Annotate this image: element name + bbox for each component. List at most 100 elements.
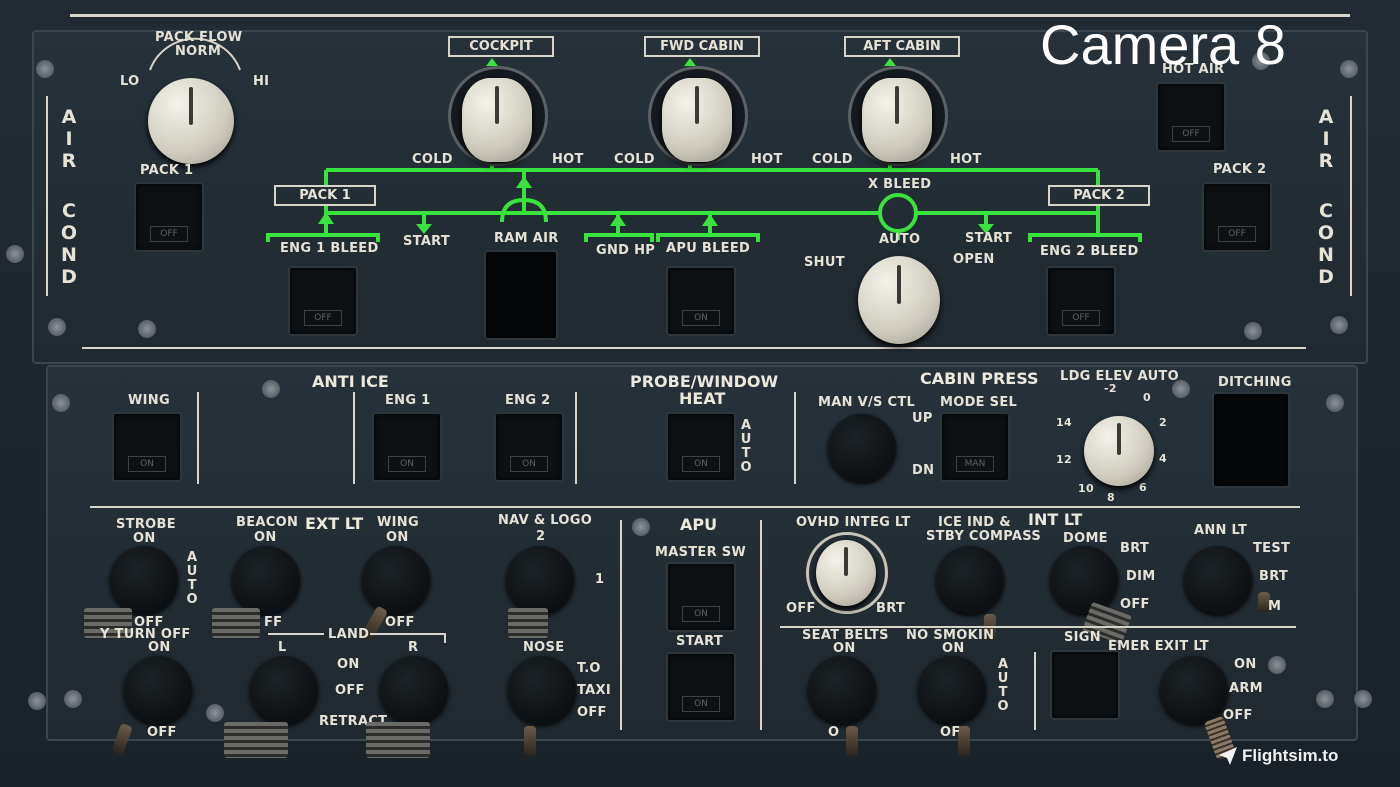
auto-letter: A — [740, 418, 752, 433]
apu-master-label: MASTER SW — [655, 545, 747, 560]
apu-bleed-pushbutton[interactable]: ON — [666, 266, 736, 336]
auto-letter: O — [997, 699, 1009, 714]
zone-aft-cabin-label: AFT CABIN — [844, 36, 960, 57]
seat-belts-switch-base — [808, 656, 876, 724]
auto-letter: O — [740, 460, 752, 475]
auto-letter: U — [186, 564, 198, 579]
probe-heat-pushbutton[interactable]: ON — [666, 412, 736, 482]
rwy-turn-off-label: Y TURN OFF — [100, 627, 191, 642]
mode-sel-pushbutton[interactable]: MAN — [940, 412, 1010, 482]
pack2-box: PACK 2 — [1048, 185, 1150, 206]
zone-cockpit-hot: HOT — [552, 152, 584, 167]
start-left-label: START — [403, 234, 451, 249]
nose-toggle[interactable] — [524, 726, 536, 756]
ovhd-integ-knob[interactable] — [816, 540, 876, 606]
pack1-box: PACK 1 — [274, 185, 376, 206]
ram-air-guarded-pushbutton[interactable] — [484, 250, 558, 340]
beacon-toggle[interactable] — [212, 608, 260, 638]
land-bracket — [444, 633, 446, 643]
signs-pushbutton[interactable] — [1050, 650, 1120, 720]
land-r: R — [408, 640, 419, 655]
pack1-label: PACK 1 — [140, 163, 194, 178]
ldg-elev-knob[interactable] — [1084, 416, 1154, 486]
apu-bleed-label: APU BLEED — [666, 241, 751, 256]
auto-letter: T — [187, 578, 197, 593]
zone-fwd-cabin-knob[interactable] — [662, 78, 732, 162]
apu-master-pushbutton[interactable]: ON — [666, 562, 736, 632]
divider — [90, 506, 1300, 508]
zone-aft-cabin-knob[interactable] — [862, 78, 932, 162]
eng2-bleed-label: ENG 2 BLEED — [1040, 244, 1139, 259]
scale-tick: 4 — [1159, 452, 1167, 465]
x-bleed-knob[interactable] — [858, 256, 940, 344]
land-l-toggle[interactable] — [224, 722, 288, 758]
eng2-anti-ice-pushbutton[interactable]: ON — [494, 412, 564, 482]
man-vs-dn: DN — [912, 463, 935, 478]
mode-sel-label: MODE SEL — [940, 395, 1018, 410]
eng1-anti-ice-pushbutton[interactable]: ON — [372, 412, 442, 482]
seat-belts-on: ON — [833, 641, 856, 656]
strobe-label: STROBE — [116, 517, 176, 532]
pack1-pb-legend: OFF — [150, 226, 188, 242]
wing-anti-ice-pushbutton[interactable]: ON — [112, 412, 182, 482]
man-vs-up: UP — [912, 411, 933, 426]
nav-logo-switch-base — [506, 546, 574, 614]
zone-fwd-cold: COLD — [614, 152, 655, 167]
screw — [64, 690, 82, 708]
anti-ice-title: ANTI ICE — [312, 372, 389, 391]
apu-start-pb-legend: ON — [682, 696, 720, 712]
apu-start-label: START — [676, 634, 724, 649]
seat-belts-toggle[interactable] — [846, 726, 858, 756]
screw — [206, 704, 224, 722]
screw — [632, 518, 650, 536]
rwy-turn-off-off: OFF — [147, 725, 177, 740]
man-vs-ctl-switch[interactable] — [828, 414, 896, 482]
land-on: ON — [337, 657, 360, 672]
signs-label: SIGN — [1064, 630, 1101, 645]
pack2-pushbutton[interactable]: OFF — [1202, 182, 1272, 252]
int-lt-title: INT LT — [1028, 510, 1083, 529]
wing-anti-ice-label: WING — [128, 393, 170, 408]
screw — [262, 380, 280, 398]
beacon-off: FF — [264, 615, 283, 630]
eng2-bleed-pushbutton[interactable]: OFF — [1046, 266, 1116, 336]
nav-logo-toggle[interactable] — [508, 608, 548, 638]
stby-compass-label: STBY COMPASS — [926, 529, 1042, 544]
divider — [197, 392, 199, 484]
ice-ind-label: ICE IND & — [938, 515, 1011, 530]
nav-logo-2: 2 — [536, 529, 546, 544]
pack1-pushbutton[interactable]: OFF — [134, 182, 204, 252]
mode-sel-pb-legend: MAN — [956, 456, 994, 472]
land-r-toggle[interactable] — [366, 722, 430, 758]
probe-pb-legend: ON — [682, 456, 720, 472]
xbleed-shut: SHUT — [804, 255, 845, 270]
ext-lt-title: EXT LT — [305, 514, 364, 533]
ovhd-integ-brt: BRT — [876, 601, 906, 616]
zone-fwd-hot: HOT — [751, 152, 783, 167]
strobe-switch-base — [110, 546, 178, 614]
pack-flow-knob[interactable] — [148, 78, 234, 164]
scale-tick: 8 — [1107, 491, 1115, 504]
apu-bleed-pb-legend: ON — [682, 310, 720, 326]
wing-pb-legend: ON — [128, 456, 166, 472]
divider — [760, 520, 762, 730]
divider — [575, 392, 577, 484]
eng1-bleed-pb-legend: OFF — [304, 310, 342, 326]
scale-tick: 6 — [1139, 481, 1147, 494]
zone-cockpit-knob[interactable] — [462, 78, 532, 162]
land-l: L — [278, 640, 287, 655]
seat-belts-off: O — [828, 725, 840, 740]
ann-lt-brt: BRT — [1259, 569, 1289, 584]
zone-cockpit-label: COCKPIT — [448, 36, 554, 57]
ovhd-integ-off: OFF — [786, 601, 816, 616]
screw — [1326, 394, 1344, 412]
apu-start-pushbutton[interactable]: ON — [666, 652, 736, 722]
hot-air-pushbutton[interactable]: OFF — [1156, 82, 1226, 152]
ditching-guarded-pushbutton[interactable] — [1212, 392, 1290, 488]
land-off: OFF — [335, 683, 365, 698]
eng2-bleed-pb-legend: OFF — [1062, 310, 1100, 326]
strobe-on: ON — [133, 531, 156, 546]
scale-tick: -2 — [1104, 382, 1117, 395]
eng1-bleed-pushbutton[interactable]: OFF — [288, 266, 358, 336]
ldg-elev-label: LDG ELEV AUTO — [1060, 369, 1179, 384]
